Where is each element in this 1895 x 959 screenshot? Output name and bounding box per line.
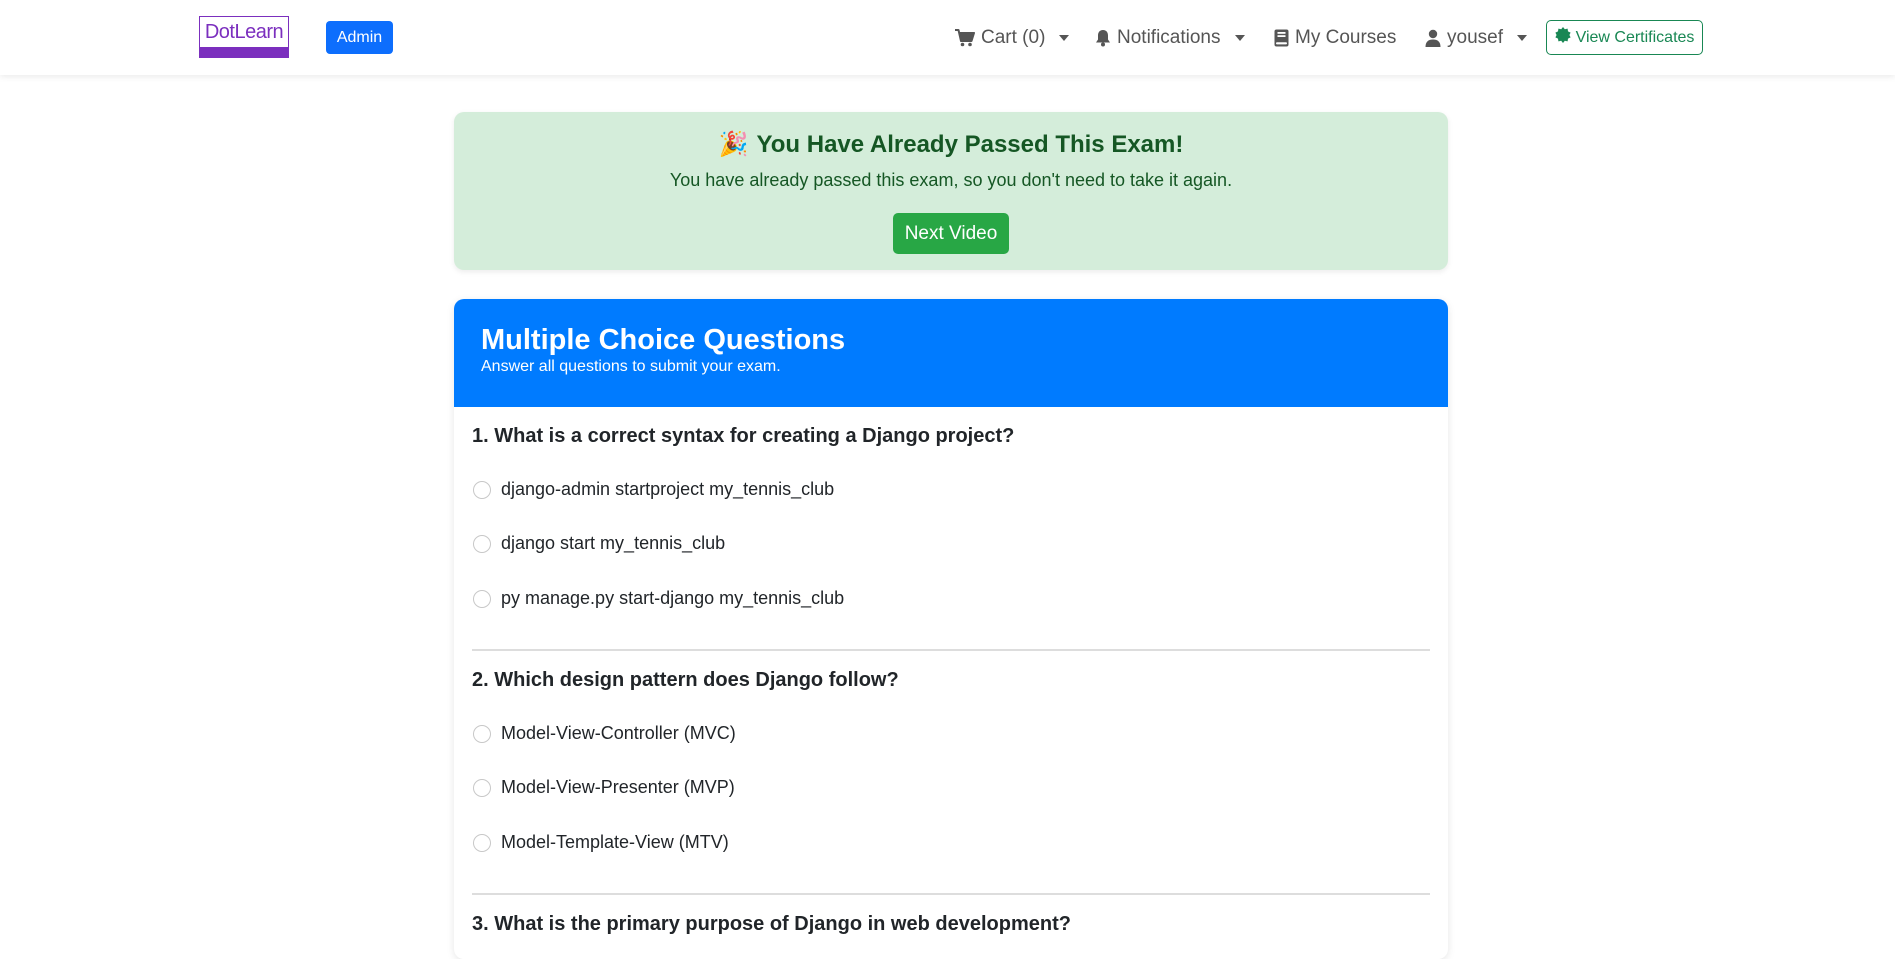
logo-underline-bar bbox=[200, 47, 288, 57]
answer-option[interactable]: Model-View-Presenter (MVP) bbox=[472, 777, 735, 798]
user-icon bbox=[1425, 29, 1441, 47]
question-divider bbox=[472, 893, 1430, 895]
answer-option[interactable]: Model-Template-View (MTV) bbox=[472, 832, 729, 853]
radio-button[interactable] bbox=[473, 589, 491, 608]
book-icon bbox=[1274, 29, 1289, 47]
exam-passed-alert: 🎉 You Have Already Passed This Exam! You… bbox=[454, 112, 1448, 270]
answer-option[interactable]: django start my_tennis_club bbox=[472, 533, 725, 554]
chevron-down-icon bbox=[1059, 35, 1070, 41]
question-2: 2. Which design pattern does Django foll… bbox=[472, 669, 1430, 895]
bell-icon bbox=[1095, 29, 1111, 47]
cart-label: Cart (0) bbox=[981, 27, 1046, 48]
my-courses-label: My Courses bbox=[1295, 27, 1397, 48]
shopping-cart-icon bbox=[955, 29, 975, 47]
radio-button[interactable] bbox=[473, 724, 491, 743]
alert-title-text: You Have Already Passed This Exam! bbox=[756, 130, 1184, 158]
logo-text: DotLearn bbox=[204, 21, 284, 43]
dotlearn-logo[interactable]: DotLearn bbox=[199, 16, 289, 58]
question-1: 1. What is a correct syntax for creating… bbox=[472, 425, 1430, 651]
option-label: Model-Template-View (MTV) bbox=[501, 832, 729, 852]
next-video-button[interactable]: Next Video bbox=[893, 213, 1009, 254]
option-label: py manage.py start-django my_tennis_club bbox=[501, 588, 845, 608]
answer-option[interactable]: django-admin startproject my_tennis_club bbox=[472, 479, 834, 500]
exam-subtitle: Answer all questions to submit your exam… bbox=[481, 358, 781, 375]
notifications-dropdown[interactable]: Notifications bbox=[1095, 22, 1245, 54]
question-3: 3. What is the primary purpose of Django… bbox=[472, 913, 1430, 936]
user-dropdown[interactable]: yousef bbox=[1425, 22, 1527, 54]
question-text: 1. What is a correct syntax for creating… bbox=[472, 425, 1015, 447]
chevron-down-icon bbox=[1234, 35, 1245, 41]
option-label: django-admin startproject my_tennis_club bbox=[501, 479, 835, 499]
party-popper-icon: 🎉 bbox=[718, 131, 749, 158]
option-label: Model-View-Controller (MVC) bbox=[501, 723, 736, 743]
exam-title: Multiple Choice Questions bbox=[481, 324, 846, 356]
cart-dropdown[interactable]: Cart (0) bbox=[955, 22, 1070, 54]
exam-card: Multiple Choice Questions Answer all que… bbox=[454, 299, 1448, 959]
radio-button[interactable] bbox=[473, 833, 491, 852]
answer-option[interactable]: py manage.py start-django my_tennis_club bbox=[472, 588, 844, 609]
admin-button[interactable]: Admin bbox=[326, 21, 393, 54]
alert-heading: 🎉 You Have Already Passed This Exam! bbox=[454, 130, 1448, 159]
chevron-down-icon bbox=[1516, 35, 1527, 41]
exam-card-header: Multiple Choice Questions Answer all que… bbox=[454, 299, 1448, 407]
badge-certificate-icon bbox=[1554, 27, 1571, 48]
radio-button[interactable] bbox=[473, 534, 491, 553]
view-certificates-label: View Certificates bbox=[1575, 28, 1695, 46]
radio-button[interactable] bbox=[473, 480, 491, 499]
radio-button[interactable] bbox=[473, 778, 491, 797]
top-navbar: DotLearn Admin Cart (0) Notifications My… bbox=[0, 0, 1895, 75]
option-label: Model-View-Presenter (MVP) bbox=[501, 777, 735, 797]
notifications-label: Notifications bbox=[1117, 27, 1221, 48]
answer-option[interactable]: Model-View-Controller (MVC) bbox=[472, 723, 736, 744]
question-text: 2. Which design pattern does Django foll… bbox=[472, 669, 899, 691]
option-label: django start my_tennis_club bbox=[501, 533, 726, 553]
my-courses-link[interactable]: My Courses bbox=[1274, 22, 1396, 54]
alert-message: You have already passed this exam, so yo… bbox=[669, 170, 1233, 190]
question-divider bbox=[472, 649, 1430, 651]
username-label: yousef bbox=[1447, 27, 1503, 48]
view-certificates-button[interactable]: View Certificates bbox=[1546, 20, 1703, 55]
question-text: 3. What is the primary purpose of Django… bbox=[472, 913, 1071, 935]
